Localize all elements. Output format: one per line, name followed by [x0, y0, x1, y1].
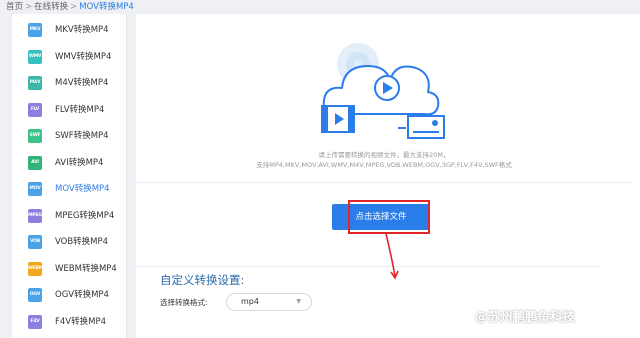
sidebar-item-label: AVI转换MP4	[55, 157, 104, 168]
breadcrumb-home[interactable]: 首页	[6, 2, 23, 12]
format-select[interactable]: mp4 ▼	[226, 293, 312, 311]
breadcrumb-current: MOV转换MP4	[79, 2, 134, 12]
mkv-file-icon: MKV	[28, 23, 42, 37]
sidebar-item-label: MPEG转换MP4	[55, 210, 115, 221]
settings-title: 自定义转换设置:	[160, 273, 245, 287]
main-panel: 请上传需要转换的视频文件，最大支持20M， 支持MP4,MKV,MOV,AVI,…	[136, 14, 640, 338]
sidebar-item-avi[interactable]: AVI AVI转换MP4	[12, 150, 126, 176]
breadcrumb-separator: >	[70, 2, 78, 12]
format-select-value: mp4	[241, 297, 259, 306]
sidebar-item-label: WMV转换MP4	[55, 51, 112, 62]
sidebar-item-label: F4V转换MP4	[55, 316, 106, 327]
breadcrumb-section[interactable]: 在线转换	[34, 2, 68, 12]
upload-area[interactable]: 请上传需要转换的视频文件，最大支持20M， 支持MP4,MKV,MOV,AVI,…	[136, 14, 632, 179]
m4v-file-icon: M4V	[28, 76, 42, 90]
sidebar-item-mkv[interactable]: MKV MKV转换MP4	[12, 17, 126, 43]
sidebar-item-swf[interactable]: SWF SWF转换MP4	[12, 123, 126, 149]
divider	[136, 182, 632, 183]
sidebar-item-f4v[interactable]: F4V F4V转换MP4	[12, 309, 126, 335]
f4v-file-icon: F4V	[28, 314, 42, 329]
sidebar-item-webm[interactable]: WEBM WEBM转换MP4	[12, 256, 126, 282]
sidebar-item-label: FLV转换MP4	[55, 104, 105, 115]
upload-instruction: 请上传需要转换的视频文件，最大支持20M，	[318, 151, 450, 159]
cloud-video-upload-icon	[321, 43, 445, 139]
format-label: 选择转换格式:	[160, 298, 208, 307]
chevron-down-icon: ▼	[296, 298, 301, 305]
mpeg-file-icon: MPEG	[28, 208, 42, 223]
sidebar-item-label: MKV转换MP4	[55, 25, 109, 35]
swf-file-icon: SWF	[28, 129, 42, 143]
sidebar-item-mov[interactable]: MOV MOV转换MP4	[12, 176, 126, 202]
sidebar-item-label: VOB转换MP4	[55, 237, 109, 247]
flv-file-icon: FLV	[28, 102, 42, 117]
supported-formats: 支持MP4,MKV,MOV,AVI,WMV,M4V,MPEG,VOB,WEBM,…	[256, 161, 512, 169]
breadcrumb-separator: >	[25, 2, 33, 12]
sidebar-item-label: SWF转换MP4	[55, 131, 109, 141]
vob-file-icon: VOB	[28, 235, 42, 249]
ogv-file-icon: OGV	[28, 288, 42, 302]
sidebar-item-mpeg[interactable]: MPEG MPEG转换MP4	[12, 203, 126, 229]
watermark: @苏州鹏鹏鱼科技	[475, 309, 576, 324]
sidebar-item-label: WEBM转换MP4	[55, 263, 117, 274]
sidebar-item-m4v[interactable]: M4V M4V转换MP4	[12, 70, 126, 96]
sidebar-item-label: OGV转换MP4	[55, 290, 109, 300]
sidebar-item-ogv[interactable]: OGV OGV转换MP4	[12, 282, 126, 308]
avi-file-icon: AVI	[28, 155, 42, 170]
mov-file-icon: MOV	[28, 182, 42, 196]
sidebar-item-flv[interactable]: FLV FLV转换MP4	[12, 97, 126, 123]
breadcrumb: 首页 > 在线转换 > MOV转换MP4	[6, 0, 134, 14]
divider	[136, 266, 602, 267]
sidebar-item-label: MOV转换MP4	[55, 184, 110, 194]
webm-file-icon: WEBM	[28, 261, 42, 276]
sidebar-item-wmv[interactable]: WMV WMV转换MP4	[12, 44, 126, 70]
choose-file-button[interactable]: 点击选择文件	[332, 204, 430, 230]
wmv-file-icon: WMV	[28, 49, 42, 64]
sidebar-item-vob[interactable]: VOB VOB转换MP4	[12, 229, 126, 255]
sidebar: MKV MKV转换MP4 WMV WMV转换MP4 M4V M4V转换MP4 F…	[12, 14, 127, 338]
sidebar-item-label: M4V转换MP4	[55, 78, 109, 88]
